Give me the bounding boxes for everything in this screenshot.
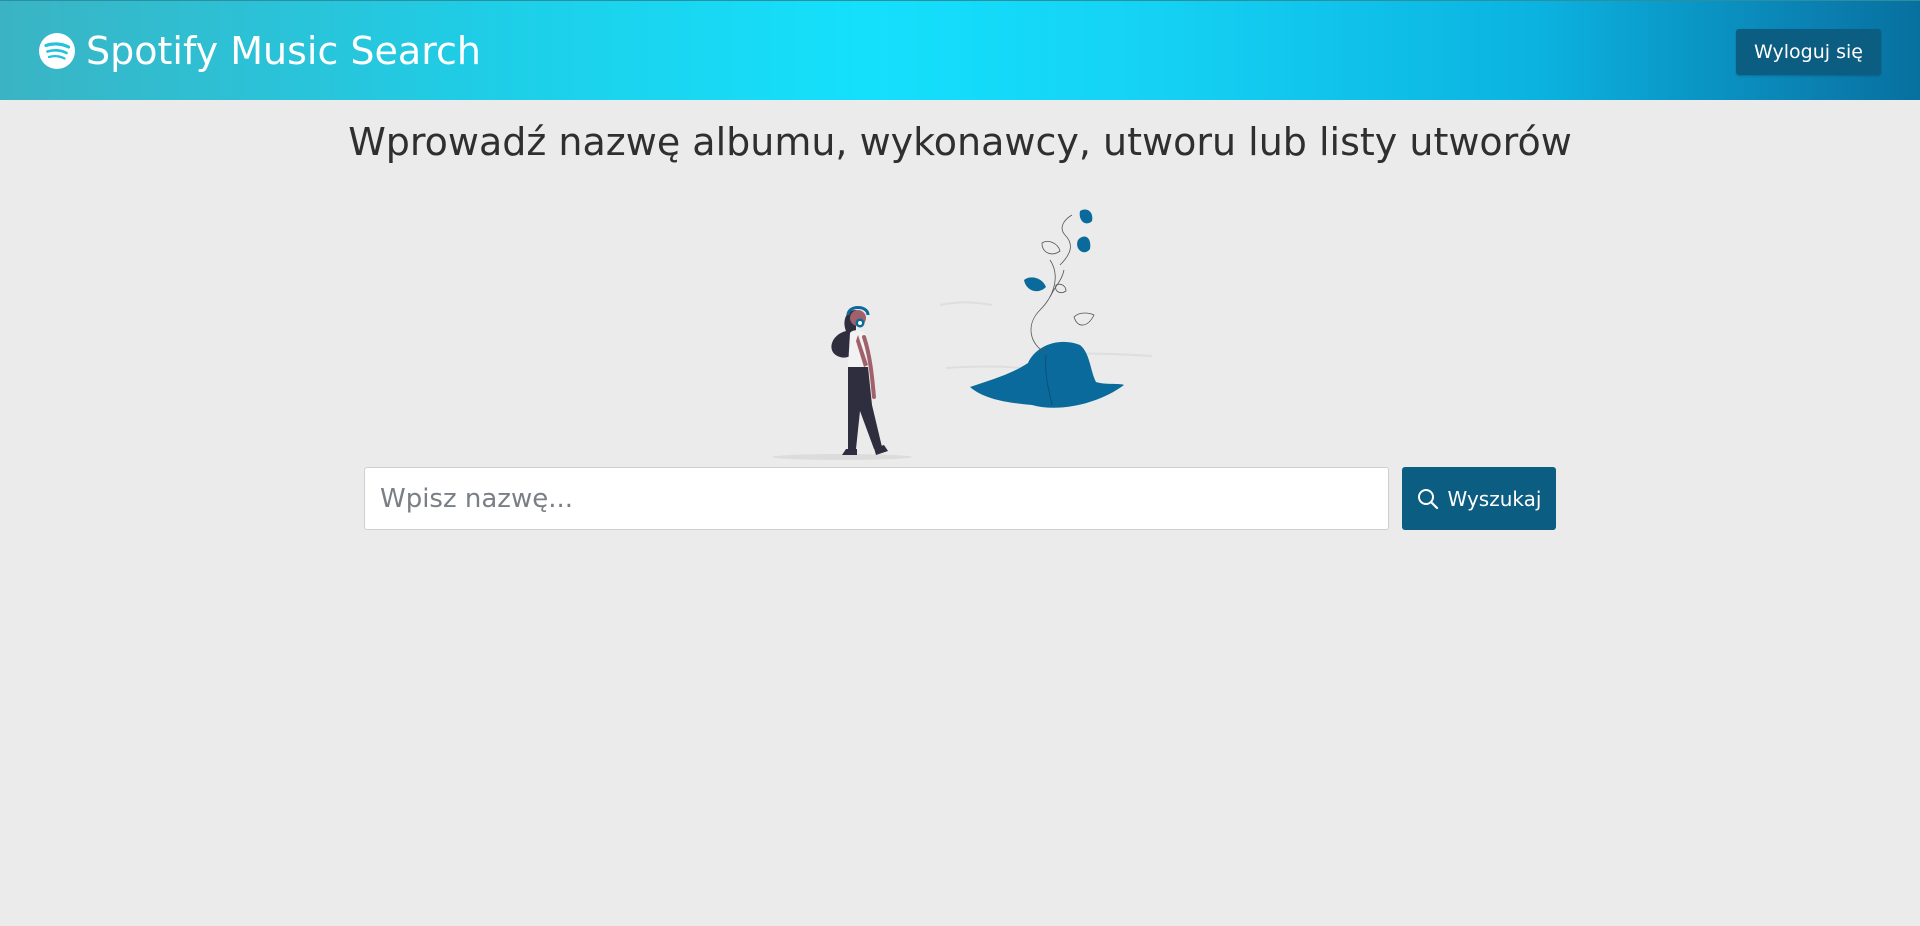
search-button[interactable]: Wyszukaj [1402, 467, 1556, 530]
app-title: Spotify Music Search [86, 29, 481, 73]
brand[interactable]: Spotify Music Search [38, 28, 481, 74]
search-icon [1417, 488, 1438, 509]
woman-figure [831, 306, 888, 455]
search-button-label: Wyszukaj [1447, 486, 1542, 511]
music-listening-illustration [772, 209, 1153, 460]
search-input[interactable] [364, 467, 1389, 530]
logout-button[interactable]: Wyloguj się [1736, 29, 1881, 75]
navbar: Spotify Music Search Wyloguj się [0, 0, 1920, 100]
page-heading: Wprowadź nazwę albumu, wykonawcy, utworu… [348, 120, 1572, 164]
spotify-logo-icon [39, 33, 75, 69]
